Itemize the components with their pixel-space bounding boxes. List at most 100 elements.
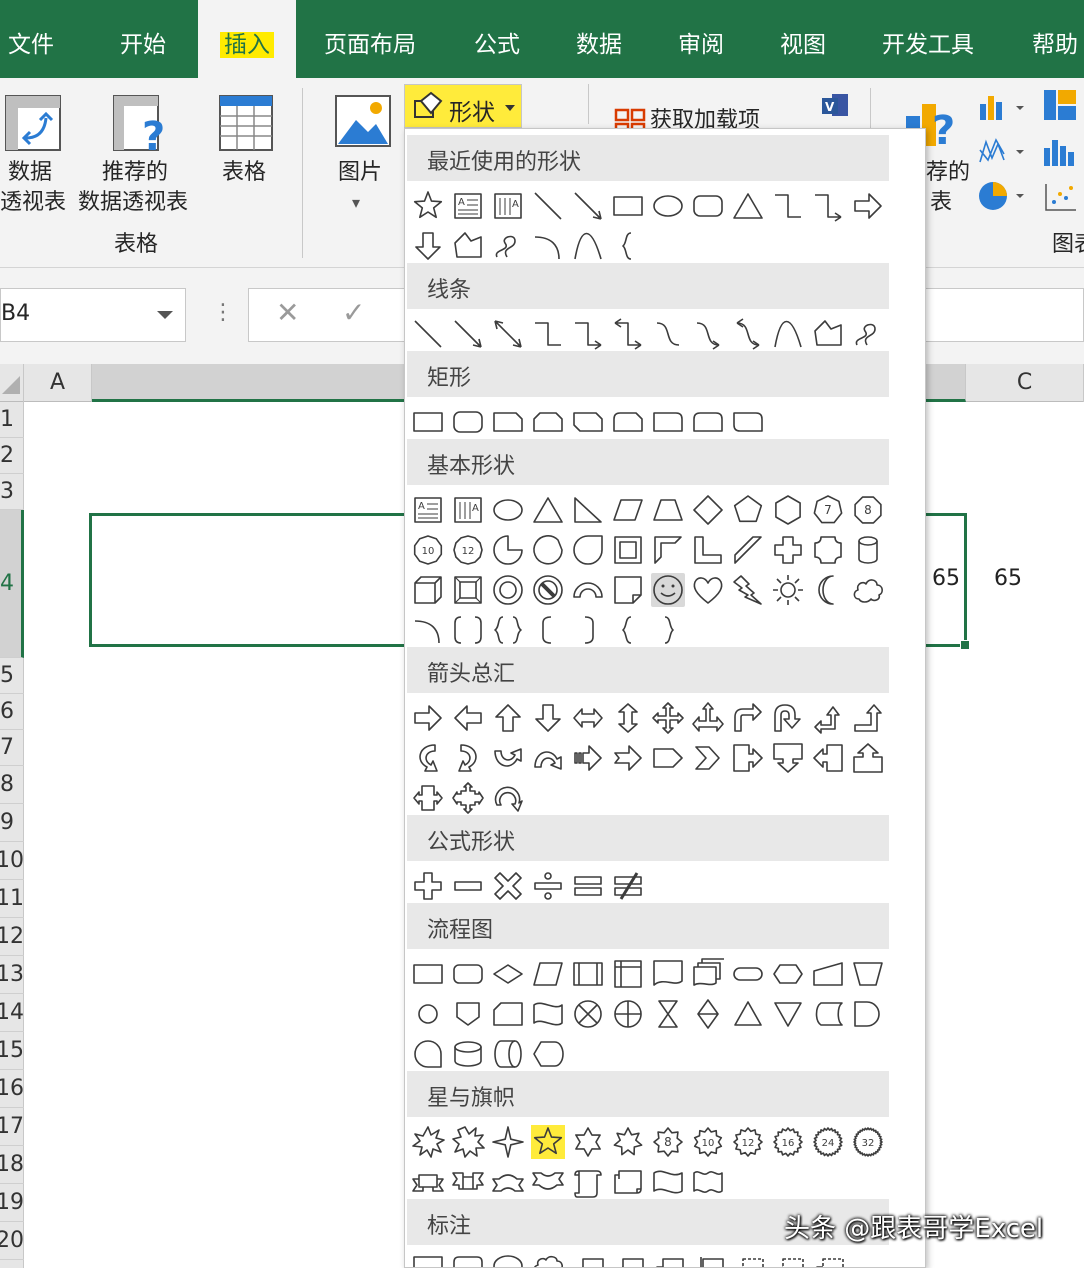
star6-shape-icon[interactable]: [571, 1125, 605, 1159]
diag-stripe-shape-icon[interactable]: [731, 533, 765, 567]
fc-delay-shape-icon[interactable]: [851, 997, 885, 1031]
fc-direct-storage-shape-icon[interactable]: [491, 1037, 525, 1071]
star10-shape-icon[interactable]: 10: [691, 1125, 725, 1159]
fc-card-shape-icon[interactable]: [491, 997, 525, 1031]
striped-right-arrow-shape-icon[interactable]: [571, 741, 605, 775]
row-header[interactable]: 7: [0, 730, 24, 766]
right-triangle-shape-icon[interactable]: [571, 493, 605, 527]
curve-shape-icon[interactable]: [571, 229, 605, 263]
callout-line-acc-shape-icon[interactable]: [691, 1253, 725, 1267]
frame-shape-icon[interactable]: [611, 533, 645, 567]
callout-dash1-shape-icon[interactable]: [731, 1253, 765, 1267]
teardrop-shape-icon[interactable]: [571, 533, 605, 567]
name-box-chevron-down-icon[interactable]: [157, 311, 173, 319]
fc-summing-shape-icon[interactable]: [571, 997, 605, 1031]
right-arrow-shape-icon[interactable]: [851, 189, 885, 223]
column-header-a[interactable]: A: [24, 364, 92, 402]
row-header[interactable]: 16: [0, 1070, 24, 1108]
pie-shape-icon[interactable]: [491, 533, 525, 567]
curve-shape-icon[interactable]: [771, 317, 805, 351]
bracket-pair-shape-icon[interactable]: [451, 613, 485, 647]
fc-preparation-shape-icon[interactable]: [771, 957, 805, 991]
down-arrow-shape-icon[interactable]: [531, 701, 565, 735]
double-wave-shape-icon[interactable]: [691, 1165, 725, 1199]
fc-sort-shape-icon[interactable]: [691, 997, 725, 1031]
row-header[interactable]: 10: [0, 842, 24, 880]
name-box[interactable]: B4: [0, 288, 186, 342]
snip1-rect-shape-icon[interactable]: [491, 405, 525, 439]
formula-input[interactable]: [924, 288, 1084, 342]
heptagon-shape-icon[interactable]: 7: [811, 493, 845, 527]
textbox-h-shape-icon[interactable]: A: [451, 189, 485, 223]
curved-up-arrow-shape-icon[interactable]: [491, 741, 525, 775]
row-header[interactable]: 4: [0, 510, 24, 658]
curved-arrow-connector-shape-icon[interactable]: [691, 317, 725, 351]
textbox-v-shape-icon[interactable]: A: [451, 493, 485, 527]
math-equal-shape-icon[interactable]: [571, 869, 605, 903]
left-up-arrow-shape-icon[interactable]: [811, 701, 845, 735]
shapes-button[interactable]: 形状: [404, 84, 522, 128]
row-header[interactable]: 6: [0, 694, 24, 730]
math-plus-shape-icon[interactable]: [411, 869, 445, 903]
callout-dash3-shape-icon[interactable]: [811, 1253, 845, 1267]
tab-data[interactable]: 数据: [576, 0, 622, 78]
elbow-double-arrow-shape-icon[interactable]: [611, 317, 645, 351]
star7-shape-icon[interactable]: [611, 1125, 645, 1159]
math-not-equal-shape-icon[interactable]: [611, 869, 645, 903]
fc-terminator-shape-icon[interactable]: [731, 957, 765, 991]
left-right-arrow-callout-shape-icon[interactable]: [411, 781, 445, 815]
plus-shape-icon[interactable]: [771, 533, 805, 567]
bent-arrow-shape-icon[interactable]: [731, 701, 765, 735]
callout-dash2-shape-icon[interactable]: [771, 1253, 805, 1267]
ribbon-down-shape-icon[interactable]: [451, 1165, 485, 1199]
fc-punched-tape-shape-icon[interactable]: [531, 997, 565, 1031]
elbow-arrow-connector-shape-icon[interactable]: [571, 317, 605, 351]
curved-ribbon-down-shape-icon[interactable]: [531, 1165, 565, 1199]
fc-multidoc-shape-icon[interactable]: [691, 957, 725, 991]
quad-arrow-shape-icon[interactable]: [651, 701, 685, 735]
smiley-shape-icon[interactable]: [651, 573, 685, 607]
half-frame-shape-icon[interactable]: [651, 533, 685, 567]
down-arrow-shape-icon[interactable]: [411, 229, 445, 263]
row-header[interactable]: 19: [0, 1184, 24, 1222]
elbow-arrow-connector-shape-icon[interactable]: [811, 189, 845, 223]
curved-down-arrow-shape-icon[interactable]: [531, 741, 565, 775]
fc-manual-op-shape-icon[interactable]: [851, 957, 885, 991]
cancel-icon[interactable]: ✕: [276, 296, 299, 329]
fc-stored-data-shape-icon[interactable]: [811, 997, 845, 1031]
explosion2-shape-icon[interactable]: [451, 1125, 485, 1159]
row-header[interactable]: 12: [0, 918, 24, 956]
tab-view[interactable]: 视图: [780, 0, 826, 78]
elbow-connector-shape-icon[interactable]: [771, 189, 805, 223]
callout-rect-shape-icon[interactable]: [411, 1253, 445, 1267]
pentagon-arrow-shape-icon[interactable]: [651, 741, 685, 775]
fc-decision-shape-icon[interactable]: [491, 957, 525, 991]
snip-round-shape-icon[interactable]: [611, 405, 645, 439]
scribble-shape-icon[interactable]: [851, 317, 885, 351]
star8-shape-icon[interactable]: 8: [651, 1125, 685, 1159]
row-header[interactable]: 5: [0, 658, 24, 694]
line-shape-icon[interactable]: [531, 189, 565, 223]
chevron-shape-icon[interactable]: [691, 741, 725, 775]
snip2-same-shape-icon[interactable]: [531, 405, 565, 439]
line-chart-icon[interactable]: [978, 136, 1028, 170]
lightning-shape-icon[interactable]: [731, 573, 765, 607]
tab-page-layout[interactable]: 页面布局: [324, 0, 416, 78]
fc-merge-shape-icon[interactable]: [771, 997, 805, 1031]
up-arrow-callout-shape-icon[interactable]: [851, 741, 885, 775]
corner-shape-icon[interactable]: [691, 533, 725, 567]
fc-internal-storage-shape-icon[interactable]: [611, 957, 645, 991]
tab-developer[interactable]: 开发工具: [882, 0, 974, 78]
arrow-line-shape-icon[interactable]: [451, 317, 485, 351]
elbow-connector-shape-icon[interactable]: [531, 317, 565, 351]
select-all-corner[interactable]: [0, 364, 24, 402]
bent-up-arrow-shape-icon[interactable]: [851, 701, 885, 735]
double-arrow-line-shape-icon[interactable]: [491, 317, 525, 351]
math-minus-shape-icon[interactable]: [451, 869, 485, 903]
callout-line1-shape-icon[interactable]: [571, 1253, 605, 1267]
curved-double-arrow-shape-icon[interactable]: [731, 317, 765, 351]
hierarchy-chart-icon[interactable]: [1044, 90, 1078, 126]
left-arrow-callout-shape-icon[interactable]: [811, 741, 845, 775]
brace-left-shape-icon[interactable]: [611, 613, 645, 647]
callout-line2-shape-icon[interactable]: [611, 1253, 645, 1267]
